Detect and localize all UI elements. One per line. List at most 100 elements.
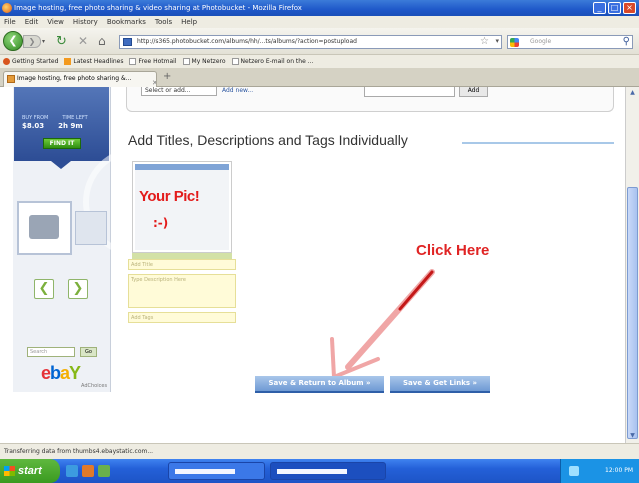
buy-from-label: BUY FROM	[22, 115, 49, 121]
url-text[interactable]: http://s365.photobucket.com/albums/hh/..…	[137, 38, 357, 45]
add-button[interactable]: Add	[459, 87, 488, 97]
photo-thumbnail[interactable]: Your Pic! :-)	[132, 161, 232, 253]
menu-edit[interactable]: Edit	[25, 16, 39, 28]
status-text: Transferring data from thumbs4.ebaystati…	[4, 448, 154, 455]
page-icon	[231, 58, 239, 65]
photo-overlay-text: Your Pic!	[139, 188, 200, 205]
maximize-button[interactable]: □	[608, 2, 621, 14]
clock: 12:00 PM	[605, 467, 633, 474]
event-select[interactable]: Select or add...	[141, 87, 217, 96]
menu-bar: File Edit View History Bookmarks Tools H…	[0, 16, 639, 28]
photo-preview-bar	[135, 164, 229, 170]
tags-field[interactable]: Add Tags	[128, 312, 236, 323]
navigation-toolbar: ❮ ❯ ▾ ↻ ✕ ⌂ http://s365.photobucket.com/…	[0, 28, 639, 55]
forward-button[interactable]: ❯	[23, 35, 41, 48]
bookmark-star-icon[interactable]: ☆	[480, 36, 489, 47]
product-image	[29, 215, 59, 239]
ad-caret	[51, 161, 71, 169]
search-icon[interactable]: ⚲	[623, 36, 630, 47]
bookmark-getting-started[interactable]: Getting Started	[3, 55, 58, 68]
taskbar-window-button[interactable]	[168, 462, 265, 480]
ad-next-button[interactable]: ❯	[68, 279, 88, 299]
taskbar-window-button-active[interactable]	[270, 462, 386, 480]
ebay-search-input[interactable]: Search	[27, 347, 75, 357]
window-controls: _ □ ×	[593, 2, 636, 14]
title-field[interactable]: Add Title	[128, 259, 236, 270]
firefox-icon	[2, 3, 12, 13]
taskbar-window-label	[277, 469, 347, 474]
start-button[interactable]: start	[0, 459, 60, 483]
menu-help[interactable]: Help	[181, 16, 197, 28]
new-tab-button[interactable]: +	[163, 71, 171, 82]
bookmark-my-netzero[interactable]: My Netzero	[182, 55, 226, 68]
save-get-links-button[interactable]: Save & Get Links »	[390, 376, 490, 393]
window-title: Image hosting, free photo sharing & vide…	[14, 4, 302, 12]
close-button[interactable]: ×	[623, 2, 636, 14]
photobucket-icon	[7, 75, 15, 83]
bookmark-label: Netzero E-mail on the ...	[240, 58, 314, 65]
firefox-icon	[3, 58, 10, 65]
scroll-up-icon[interactable]: ▲	[627, 88, 638, 98]
page-icon	[182, 58, 190, 65]
click-here-annotation: Click Here	[416, 242, 490, 259]
ad-prev-button[interactable]: ❮	[34, 279, 54, 299]
save-return-album-button[interactable]: Save & Return to Album »	[255, 376, 384, 393]
add-input[interactable]	[364, 87, 455, 97]
history-dropdown-icon[interactable]: ▾	[42, 38, 45, 45]
tray-icon[interactable]	[569, 466, 579, 476]
google-icon[interactable]	[510, 38, 519, 47]
bookmark-label: My Netzero	[191, 58, 226, 65]
tab-photobucket[interactable]: Image hosting, free photo sharing &... ✕	[3, 71, 157, 87]
window-title-bar: Image hosting, free photo sharing & vide…	[0, 0, 639, 16]
ebay-ad-banner[interactable]: BUY FROM TIME LEFT $8.03 2h 9m FIND IT	[14, 87, 109, 161]
url-dropdown-icon[interactable]: ▾	[495, 37, 499, 45]
photo-preview: Your Pic! :-)	[135, 164, 229, 250]
menu-history[interactable]: History	[73, 16, 98, 28]
stop-icon[interactable]: ✕	[78, 34, 88, 48]
scrollbar-thumb[interactable]	[627, 187, 638, 439]
menu-tools[interactable]: Tools	[155, 16, 172, 28]
section-title: Add Titles, Descriptions and Tags Indivi…	[128, 132, 408, 148]
quicklaunch-app-icon[interactable]	[98, 465, 110, 477]
quicklaunch-ie-icon[interactable]	[66, 465, 78, 477]
back-button[interactable]: ❮	[3, 31, 23, 51]
bookmark-free-hotmail[interactable]: Free Hotmail	[129, 55, 177, 68]
ad-price: $8.03	[22, 122, 45, 130]
site-favicon	[123, 38, 132, 46]
add-new-link[interactable]: Add new...	[222, 87, 253, 94]
start-label: start	[18, 465, 42, 477]
tab-bar: Image hosting, free photo sharing &... ✕…	[0, 68, 639, 87]
page-icon	[129, 58, 137, 65]
reload-icon[interactable]: ↻	[56, 34, 67, 49]
bookmark-label: Latest Headlines	[73, 58, 124, 65]
ad-product-thumbnail[interactable]	[17, 201, 72, 255]
ebay-logo[interactable]: ebaY	[41, 363, 81, 384]
annotation-arrow-icon	[330, 269, 435, 377]
tab-label: Image hosting, free photo sharing &...	[17, 75, 132, 82]
bookmarks-toolbar: Getting Started Latest Headlines Free Ho…	[0, 55, 639, 68]
sidebar-ad: BUY FROM TIME LEFT $8.03 2h 9m FIND IT ❮…	[13, 87, 193, 392]
minimize-button[interactable]: _	[593, 2, 606, 14]
address-bar[interactable]: http://s365.photobucket.com/albums/hh/..…	[119, 35, 502, 49]
quicklaunch-firefox-icon[interactable]	[82, 465, 94, 477]
find-it-button[interactable]: FIND IT	[43, 138, 81, 149]
album-event-form: Select or add... Add new... Add	[126, 87, 614, 112]
description-field[interactable]: Type Description Here	[128, 274, 236, 308]
ad-values: $8.03 2h 9m	[22, 122, 83, 130]
menu-file[interactable]: File	[4, 16, 16, 28]
vertical-scrollbar[interactable]: ▲ ▼	[625, 87, 639, 443]
search-input[interactable]: Google	[530, 38, 551, 45]
system-tray: 12:00 PM	[560, 459, 639, 483]
close-tab-icon[interactable]: ✕	[152, 76, 156, 87]
ebay-go-button[interactable]: Go	[80, 347, 97, 357]
scroll-down-icon[interactable]: ▼	[627, 431, 638, 441]
bookmark-netzero-email[interactable]: Netzero E-mail on the ...	[231, 55, 314, 68]
bookmark-latest-headlines[interactable]: Latest Headlines	[64, 55, 123, 68]
ad-product-thumbnail-secondary[interactable]	[75, 211, 107, 245]
menu-view[interactable]: View	[47, 16, 64, 28]
menu-bookmarks[interactable]: Bookmarks	[107, 16, 146, 28]
adchoices-link[interactable]: AdChoices	[81, 383, 107, 389]
search-bar[interactable]: Google ⚲	[507, 35, 633, 49]
home-icon[interactable]: ⌂	[98, 34, 106, 48]
bookmark-label: Getting Started	[12, 58, 59, 65]
